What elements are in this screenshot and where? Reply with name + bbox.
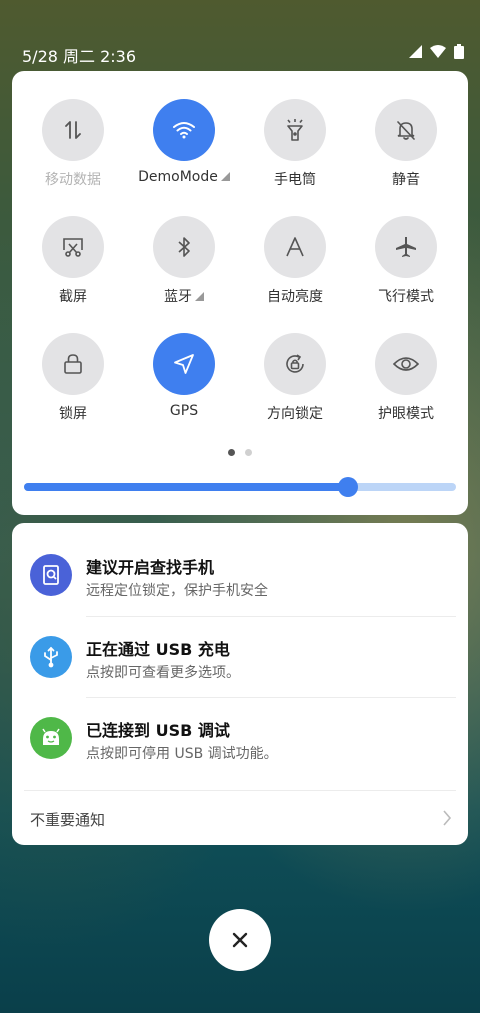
wifi-icon	[173, 122, 195, 139]
flashlight-icon	[287, 119, 303, 141]
location-icon	[174, 354, 194, 374]
usb-icon	[30, 636, 72, 678]
brightness-slider-fill	[24, 483, 348, 491]
divider	[24, 790, 456, 791]
expand-indicator-icon	[220, 172, 230, 181]
tile-label: 锁屏	[59, 406, 87, 422]
notification-text: 点按即可停用 USB 调试功能。	[86, 746, 278, 762]
signal-icon	[409, 45, 422, 58]
tile-gps-button[interactable]	[153, 333, 215, 395]
notification-title: 建议开启查找手机	[86, 558, 215, 577]
quick-settings-panel: 移动数据 DemoMode 手电筒 静音 截屏 蓝牙 自动亮度 飞行模式 锁屏 …	[12, 71, 468, 515]
tile-bluetooth-button[interactable]	[153, 216, 215, 278]
notification-panel: 建议开启查找手机 远程定位锁定，保护手机安全 正在通过 USB 充电 点按即可查…	[12, 523, 468, 845]
tile-auto-brightness[interactable]: 自动亮度	[240, 216, 350, 306]
tile-gps[interactable]: GPS	[129, 333, 239, 419]
tile-eye-comfort[interactable]: 护眼模式	[351, 333, 461, 423]
lock-icon	[64, 354, 82, 374]
tile-flashlight-button[interactable]	[264, 99, 326, 161]
tile-label: 蓝牙	[129, 286, 239, 306]
page-indicator	[12, 449, 468, 456]
tile-label: DemoMode	[129, 169, 239, 185]
tile-label: GPS	[169, 403, 199, 419]
find-phone-icon	[30, 554, 72, 596]
screenshot-icon	[63, 238, 83, 257]
notification-text: 点按即可查看更多选项。	[86, 665, 240, 681]
tile-rotation-lock-button[interactable]	[264, 333, 326, 395]
brightness-slider[interactable]	[24, 477, 456, 497]
notification-text: 远程定位锁定，保护手机安全	[86, 583, 268, 599]
divider	[86, 697, 456, 698]
mobile-data-icon	[65, 121, 81, 139]
tile-wifi-button[interactable]	[153, 99, 215, 161]
notification-usb-debugging[interactable]: 已连接到 USB 调试 点按即可停用 USB 调试功能。	[12, 701, 468, 783]
divider	[86, 616, 456, 617]
bluetooth-icon	[178, 237, 190, 257]
eye-icon	[393, 357, 419, 371]
notification-title: 正在通过 USB 充电	[86, 640, 230, 659]
tile-lock-screen-button[interactable]	[42, 333, 104, 395]
tile-label: 护眼模式	[378, 406, 434, 422]
wifi-icon	[430, 45, 446, 58]
tile-rotation-lock[interactable]: 方向锁定	[240, 333, 350, 423]
tile-label: 飞行模式	[378, 289, 434, 305]
tile-eye-comfort-button[interactable]	[375, 333, 437, 395]
tile-auto-brightness-button[interactable]	[264, 216, 326, 278]
tile-label: 自动亮度	[267, 289, 323, 305]
page-dot-active	[228, 449, 235, 456]
tile-screenshot[interactable]: 截屏	[18, 216, 128, 306]
tile-flashlight[interactable]: 手电筒	[240, 99, 350, 189]
tile-label: 手电筒	[274, 172, 316, 188]
notification-usb-charging[interactable]: 正在通过 USB 充电 点按即可查看更多选项。	[12, 620, 468, 702]
tile-mobile-data-button[interactable]	[42, 99, 104, 161]
bell-off-icon	[397, 121, 415, 140]
tile-mobile-data[interactable]: 移动数据	[18, 99, 128, 189]
tile-mute-button[interactable]	[375, 99, 437, 161]
clear-all-button[interactable]	[209, 909, 271, 971]
tile-mute[interactable]: 静音	[351, 99, 461, 189]
tile-label: 移动数据	[45, 172, 101, 188]
tile-bluetooth[interactable]: 蓝牙	[129, 216, 239, 306]
tile-label: 方向锁定	[267, 406, 323, 422]
tile-lock-screen[interactable]: 锁屏	[18, 333, 128, 423]
brightness-slider-thumb[interactable]	[338, 477, 358, 497]
page-dot[interactable]	[245, 449, 252, 456]
tile-wifi[interactable]: DemoMode	[129, 99, 239, 185]
expand-indicator-icon	[195, 292, 204, 301]
tile-airplane-mode-button[interactable]	[375, 216, 437, 278]
tile-screenshot-button[interactable]	[42, 216, 104, 278]
close-icon	[232, 932, 248, 948]
status-datetime: 5/28 周二 2:36	[22, 47, 137, 66]
battery-icon	[454, 44, 464, 59]
tile-label: 截屏	[59, 289, 87, 305]
unimportant-notifications-link[interactable]: 不重要通知	[30, 809, 105, 830]
tile-label: 静音	[392, 172, 420, 188]
airplane-icon	[396, 237, 416, 257]
notification-title: 已连接到 USB 调试	[86, 721, 230, 740]
tile-airplane-mode[interactable]: 飞行模式	[351, 216, 461, 306]
notification-find-phone[interactable]: 建议开启查找手机 远程定位锁定，保护手机安全	[12, 538, 468, 620]
status-icons	[409, 44, 464, 59]
status-bar: 5/28 周二 2:36	[0, 40, 480, 66]
auto-brightness-icon	[286, 237, 304, 257]
chevron-right-icon[interactable]	[442, 809, 452, 827]
android-icon	[30, 717, 72, 759]
rotation-lock-icon	[286, 354, 304, 373]
